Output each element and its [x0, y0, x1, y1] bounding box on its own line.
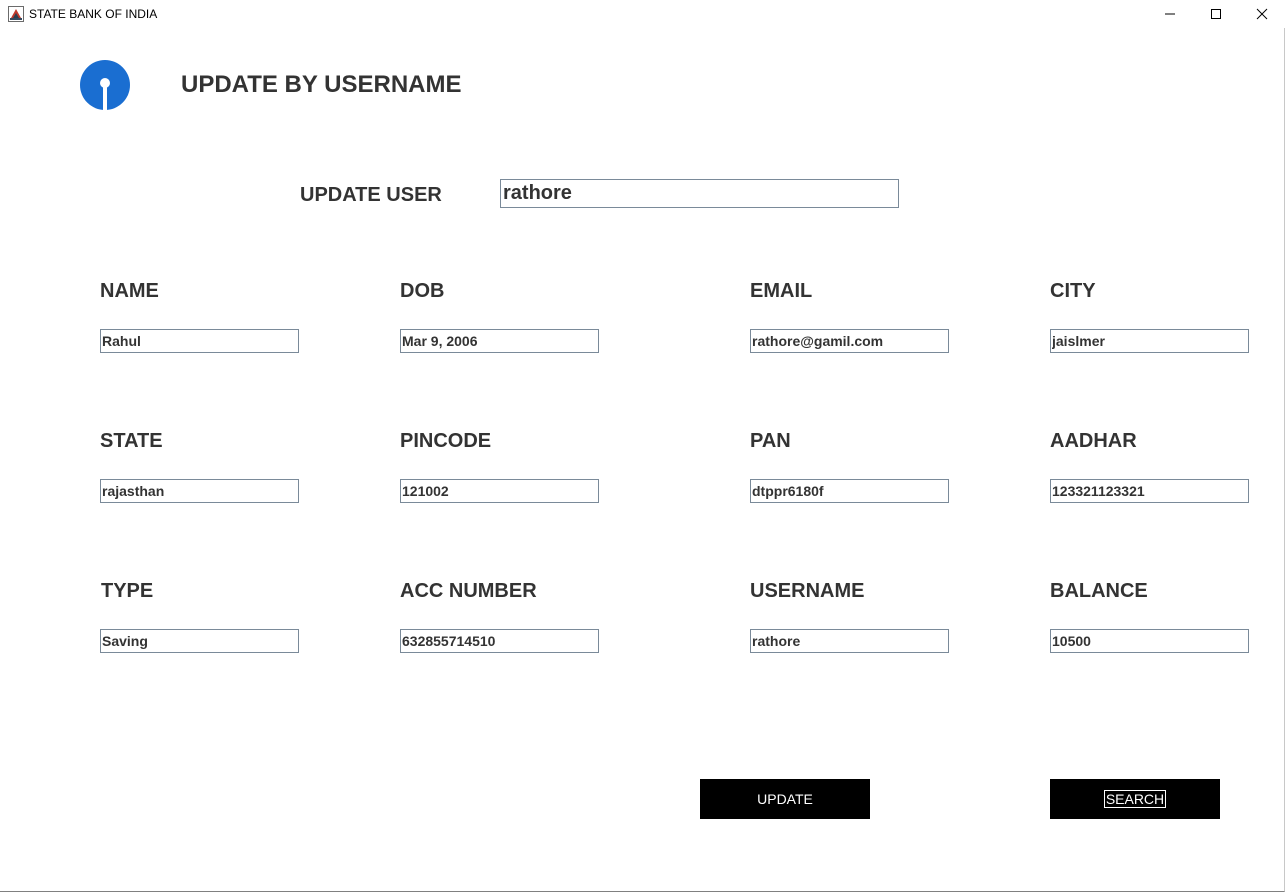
page-title: UPDATE BY USERNAME [181, 71, 462, 98]
search-button[interactable]: SEARCH [1050, 779, 1220, 819]
update-user-input[interactable] [500, 179, 899, 208]
app-window: STATE BANK OF INDIA UPDATE BY USERNAME U… [0, 0, 1285, 892]
maximize-button[interactable] [1193, 0, 1239, 28]
username-field[interactable] [750, 629, 949, 653]
dob-field[interactable] [400, 329, 599, 353]
dob-label: DOB [400, 280, 445, 302]
pincode-field[interactable] [400, 479, 599, 503]
state-field[interactable] [100, 479, 299, 503]
aadhar-field[interactable] [1050, 479, 1249, 503]
maximize-icon [1211, 9, 1221, 19]
window-title: STATE BANK OF INDIA [29, 7, 158, 21]
name-label: NAME [100, 280, 159, 302]
state-label: STATE [100, 430, 163, 452]
email-field[interactable] [750, 329, 949, 353]
acc-number-label: ACC NUMBER [400, 580, 537, 602]
minimize-button[interactable] [1147, 0, 1193, 28]
update-button-label: UPDATE [757, 791, 813, 807]
email-label: EMAIL [750, 280, 813, 302]
sbi-logo-icon [79, 59, 131, 111]
pan-field[interactable] [750, 479, 949, 503]
update-user-label: UPDATE USER [300, 184, 442, 206]
type-field[interactable] [100, 629, 299, 653]
search-button-label: SEARCH [1103, 790, 1167, 808]
city-label: CITY [1050, 280, 1096, 302]
acc-number-field[interactable] [400, 629, 599, 653]
close-button[interactable] [1239, 0, 1285, 28]
username-label: USERNAME [750, 580, 865, 602]
pincode-label: PINCODE [400, 430, 492, 452]
title-bar[interactable]: STATE BANK OF INDIA [0, 0, 1285, 28]
type-label: TYPE [101, 580, 154, 602]
update-button[interactable]: UPDATE [700, 779, 870, 819]
city-field[interactable] [1050, 329, 1249, 353]
balance-label: BALANCE [1050, 580, 1148, 602]
pan-label: PAN [750, 430, 791, 452]
balance-field[interactable] [1050, 629, 1249, 653]
minimize-icon [1165, 13, 1175, 15]
aadhar-label: AADHAR [1050, 430, 1137, 452]
java-cup-icon [8, 6, 24, 22]
close-icon [1256, 8, 1268, 20]
name-field[interactable] [100, 329, 299, 353]
